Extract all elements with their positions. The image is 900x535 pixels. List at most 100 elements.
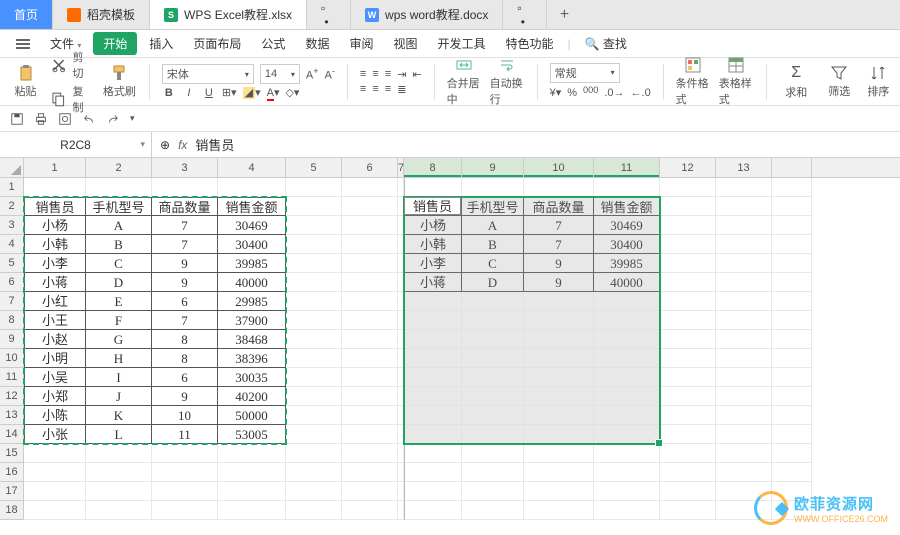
- cell[interactable]: 商品数量: [152, 197, 218, 216]
- cell[interactable]: [716, 425, 772, 444]
- cell[interactable]: [286, 387, 342, 406]
- row-headers[interactable]: 123456789101112131415161718: [0, 178, 24, 520]
- cell[interactable]: [462, 349, 524, 368]
- cell[interactable]: 37900: [218, 311, 286, 330]
- increase-font-button[interactable]: A+: [306, 66, 319, 82]
- menu-insert[interactable]: 插入: [141, 33, 181, 54]
- cell[interactable]: [594, 444, 660, 463]
- cell[interactable]: 38396: [218, 349, 286, 368]
- cell[interactable]: [772, 292, 812, 311]
- col-header[interactable]: 11: [594, 158, 660, 177]
- decrease-font-button[interactable]: A-: [325, 66, 335, 82]
- cell[interactable]: 50000: [218, 406, 286, 425]
- cell[interactable]: 销售员: [404, 197, 462, 216]
- row-header[interactable]: 17: [0, 482, 23, 501]
- cell[interactable]: [772, 216, 812, 235]
- border-button[interactable]: ⊞▾: [222, 86, 237, 99]
- menu-special[interactable]: 特色功能: [498, 33, 562, 54]
- cell[interactable]: F: [86, 311, 152, 330]
- cell[interactable]: [594, 463, 660, 482]
- cell[interactable]: 30469: [594, 216, 660, 235]
- cell[interactable]: [152, 178, 218, 197]
- cell[interactable]: 10: [152, 406, 218, 425]
- cell[interactable]: 8: [152, 330, 218, 349]
- row-header[interactable]: 8: [0, 311, 23, 330]
- row-header[interactable]: 12: [0, 387, 23, 406]
- sort-button[interactable]: 排序: [865, 65, 892, 99]
- cell[interactable]: 40000: [218, 273, 286, 292]
- menu-review[interactable]: 审阅: [341, 33, 381, 54]
- currency-button[interactable]: ¥▾: [550, 86, 562, 99]
- column-headers[interactable]: 1 2 3 4 5 6 7 8 9 10 11 12 13: [0, 158, 900, 178]
- menu-dev[interactable]: 开发工具: [429, 33, 493, 54]
- cell[interactable]: [342, 254, 398, 273]
- cell[interactable]: 29985: [218, 292, 286, 311]
- cell[interactable]: 6: [152, 292, 218, 311]
- cell[interactable]: 9: [152, 273, 218, 292]
- cell[interactable]: [594, 501, 660, 520]
- cell[interactable]: [660, 273, 716, 292]
- cell[interactable]: [462, 482, 524, 501]
- cell[interactable]: [772, 425, 812, 444]
- cell[interactable]: 9: [152, 254, 218, 273]
- format-painter-button[interactable]: 格式刷: [102, 65, 137, 99]
- decrease-decimal-button[interactable]: ←.0: [631, 87, 651, 99]
- align-middle-button[interactable]: ≡: [372, 68, 378, 80]
- cell[interactable]: A: [86, 216, 152, 235]
- col-header[interactable]: 13: [716, 158, 772, 177]
- cell[interactable]: [404, 349, 462, 368]
- menu-view[interactable]: 视图: [385, 33, 425, 54]
- cell[interactable]: 30035: [218, 368, 286, 387]
- name-box[interactable]: R2C8▾: [0, 132, 152, 157]
- cell[interactable]: [404, 444, 462, 463]
- cell[interactable]: [152, 444, 218, 463]
- row-header[interactable]: 7: [0, 292, 23, 311]
- cell[interactable]: 6: [152, 368, 218, 387]
- cell[interactable]: 39985: [594, 254, 660, 273]
- cell[interactable]: 小韩: [24, 235, 86, 254]
- cell[interactable]: [342, 273, 398, 292]
- number-format-select[interactable]: 常规▾: [550, 63, 620, 83]
- cell[interactable]: [342, 425, 398, 444]
- cell[interactable]: E: [86, 292, 152, 311]
- cell[interactable]: D: [86, 273, 152, 292]
- align-bottom-button[interactable]: ≡: [385, 68, 391, 80]
- cell[interactable]: [286, 482, 342, 501]
- row-header[interactable]: 13: [0, 406, 23, 425]
- cell[interactable]: [772, 368, 812, 387]
- cell[interactable]: 38468: [218, 330, 286, 349]
- cell[interactable]: 7: [152, 235, 218, 254]
- row-header[interactable]: 1: [0, 178, 23, 197]
- cell[interactable]: C: [86, 254, 152, 273]
- col-header[interactable]: 8: [404, 158, 462, 177]
- cell[interactable]: [218, 482, 286, 501]
- cell[interactable]: [594, 406, 660, 425]
- col-header[interactable]: 3: [152, 158, 218, 177]
- cell[interactable]: [660, 349, 716, 368]
- cell[interactable]: [286, 349, 342, 368]
- cell[interactable]: 40000: [594, 273, 660, 292]
- cell[interactable]: [462, 406, 524, 425]
- cell[interactable]: [152, 463, 218, 482]
- cell[interactable]: K: [86, 406, 152, 425]
- cell[interactable]: [716, 444, 772, 463]
- cell[interactable]: 小李: [24, 254, 86, 273]
- select-all-corner[interactable]: [0, 158, 24, 177]
- cell[interactable]: [462, 178, 524, 197]
- menu-data[interactable]: 数据: [297, 33, 337, 54]
- cell[interactable]: [404, 311, 462, 330]
- cell[interactable]: [218, 501, 286, 520]
- cell[interactable]: [772, 444, 812, 463]
- row-header[interactable]: 3: [0, 216, 23, 235]
- cell[interactable]: [342, 311, 398, 330]
- cell[interactable]: [716, 368, 772, 387]
- cell[interactable]: [342, 349, 398, 368]
- cell[interactable]: [462, 292, 524, 311]
- cell[interactable]: [716, 311, 772, 330]
- cell[interactable]: [524, 330, 594, 349]
- cell[interactable]: [286, 235, 342, 254]
- cell[interactable]: [462, 330, 524, 349]
- cell[interactable]: 30400: [594, 235, 660, 254]
- col-header[interactable]: 2: [86, 158, 152, 177]
- cell[interactable]: [594, 387, 660, 406]
